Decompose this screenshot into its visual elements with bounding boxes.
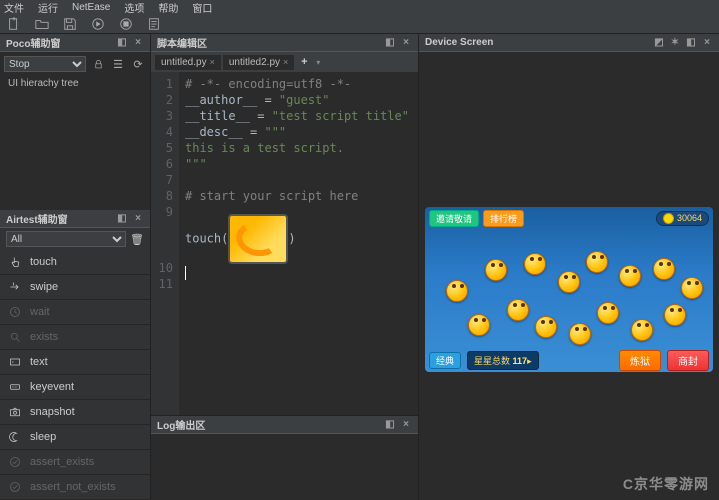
close-icon[interactable]: × bbox=[132, 37, 144, 49]
poco-panel-body: Stop ☰ ⟳ UI hierachy tree bbox=[0, 52, 150, 95]
template-thumbnail bbox=[228, 214, 288, 264]
stop-icon[interactable] bbox=[118, 16, 134, 32]
airtest-item-label: assert_not_exists bbox=[30, 481, 116, 493]
airtest-item-label: swipe bbox=[30, 281, 58, 293]
airtest-item-label: sleep bbox=[30, 431, 56, 443]
airtest-item-assert_not_exists[interactable]: assert_not_exists bbox=[0, 475, 150, 500]
play-icon[interactable] bbox=[90, 16, 106, 32]
menubar: 文件 运行 NetEase 选项 帮助 窗口 bbox=[0, 0, 719, 14]
menu-run[interactable]: 运行 bbox=[38, 0, 58, 15]
snapshot-icon bbox=[8, 405, 22, 419]
airtest-title: Airtest辅助窗 bbox=[6, 211, 68, 226]
airtest-item-snapshot[interactable]: snapshot bbox=[0, 400, 150, 425]
airtest-item-wait[interactable]: wait bbox=[0, 300, 150, 325]
airtest-item-label: text bbox=[30, 356, 48, 368]
script-title: 脚本编辑区 bbox=[157, 35, 207, 50]
airtest-item-swipe[interactable]: swipe bbox=[0, 275, 150, 300]
sleep-icon bbox=[8, 430, 22, 444]
line-gutter: 123456789 1011 bbox=[151, 72, 179, 415]
touch-icon bbox=[8, 255, 22, 269]
airtest-item-label: wait bbox=[30, 306, 50, 318]
game-rank-button[interactable]: 排行榜 bbox=[483, 210, 524, 227]
menu-window[interactable]: 窗口 bbox=[192, 0, 212, 15]
airtest-item-label: keyevent bbox=[30, 381, 74, 393]
toolbar bbox=[0, 14, 719, 34]
code-content[interactable]: # -*- encoding=utf8 -*- __author__ = "gu… bbox=[179, 72, 418, 415]
undock-icon[interactable]: ◧ bbox=[384, 37, 396, 49]
wait-icon bbox=[8, 305, 22, 319]
settings-icon[interactable]: ✶ bbox=[669, 37, 681, 49]
undock-icon[interactable]: ◧ bbox=[116, 213, 128, 225]
game-shop-button[interactable]: 商封 bbox=[667, 350, 709, 371]
game-screen[interactable]: 邀请敬请 排行榜 30064 bbox=[425, 207, 713, 372]
undock-icon[interactable]: ◧ bbox=[685, 37, 697, 49]
airtest-item-text[interactable]: text bbox=[0, 350, 150, 375]
airtest-item-label: snapshot bbox=[30, 406, 75, 418]
close-icon[interactable]: × bbox=[400, 419, 412, 431]
airtest-panel-body: All 🗑 touch swipe wait exists text keyevent sn… bbox=[0, 228, 150, 500]
close-icon[interactable]: × bbox=[701, 37, 713, 49]
trash-icon[interactable]: 🗑 bbox=[130, 233, 144, 246]
device-panel-header: Device Screen ◩ ✶ ◧ × bbox=[419, 34, 719, 52]
log-output bbox=[151, 434, 418, 500]
airtest-item-label: touch bbox=[30, 256, 57, 268]
text-icon bbox=[8, 355, 22, 369]
device-screen-area[interactable]: 邀请敬请 排行榜 30064 bbox=[419, 52, 719, 500]
menu-file[interactable]: 文件 bbox=[4, 0, 24, 15]
close-icon[interactable]: × bbox=[210, 57, 215, 67]
airtest-item-touch[interactable]: touch bbox=[0, 250, 150, 275]
device-title: Device Screen bbox=[425, 37, 493, 48]
game-star-total: 星星总数 117▸ bbox=[467, 351, 539, 370]
airtest-filter-select[interactable]: All bbox=[6, 231, 126, 247]
lock-icon[interactable] bbox=[90, 56, 106, 72]
close-icon[interactable]: × bbox=[400, 37, 412, 49]
airtest-item-assert_exists[interactable]: assert_exists bbox=[0, 450, 150, 475]
new-file-icon[interactable] bbox=[6, 16, 22, 32]
tree-icon[interactable]: ☰ bbox=[110, 56, 126, 72]
poco-mode-select[interactable]: Stop bbox=[4, 56, 86, 72]
airtest-item-sleep[interactable]: sleep bbox=[0, 425, 150, 450]
assert-icon bbox=[8, 480, 22, 494]
game-coin-count: 30064 bbox=[656, 211, 709, 226]
swipe-icon bbox=[8, 280, 22, 294]
ui-hierarchy-label: UI hierachy tree bbox=[4, 76, 146, 91]
tab-untitled2[interactable]: untitled2.py× bbox=[223, 55, 294, 70]
airtest-item-label: assert_exists bbox=[30, 456, 94, 468]
open-icon[interactable] bbox=[34, 16, 50, 32]
capture-icon[interactable]: ◩ bbox=[653, 37, 665, 49]
report-icon[interactable] bbox=[146, 16, 162, 32]
airtest-item-exists[interactable]: exists bbox=[0, 325, 150, 350]
undock-icon[interactable]: ◧ bbox=[384, 419, 396, 431]
menu-netease[interactable]: NetEase bbox=[72, 2, 110, 13]
log-title: Log输出区 bbox=[157, 417, 205, 432]
game-mode-tag[interactable]: 经典 bbox=[429, 352, 461, 369]
game-invite-button[interactable]: 邀请敬请 bbox=[429, 210, 479, 227]
refresh-icon[interactable]: ⟳ bbox=[130, 56, 146, 72]
log-panel-header: Log输出区 ◧ × bbox=[151, 416, 418, 434]
close-icon[interactable]: × bbox=[132, 213, 144, 225]
menu-options[interactable]: 选项 bbox=[124, 0, 144, 15]
script-panel-header: 脚本编辑区 ◧ × bbox=[151, 34, 418, 52]
undock-icon[interactable]: ◧ bbox=[116, 37, 128, 49]
keyevent-icon bbox=[8, 380, 22, 394]
assert-icon bbox=[8, 455, 22, 469]
airtest-item-keyevent[interactable]: keyevent bbox=[0, 375, 150, 400]
game-level-map[interactable] bbox=[429, 229, 709, 350]
airtest-panel-header: Airtest辅助窗 ◧ × bbox=[0, 210, 150, 228]
editor-tabs: untitled.py× untitled2.py× + ▾ bbox=[151, 52, 418, 72]
poco-panel-header: Poco辅助窗 ◧ × bbox=[0, 34, 150, 52]
add-tab-button[interactable]: + bbox=[296, 54, 312, 70]
tab-menu-icon[interactable]: ▾ bbox=[316, 58, 320, 67]
exists-icon bbox=[8, 330, 22, 344]
tab-untitled[interactable]: untitled.py× bbox=[155, 55, 221, 70]
close-icon[interactable]: × bbox=[283, 57, 288, 67]
menu-help[interactable]: 帮助 bbox=[158, 0, 178, 15]
poco-title: Poco辅助窗 bbox=[6, 35, 60, 50]
airtest-item-label: exists bbox=[30, 331, 58, 343]
save-icon[interactable] bbox=[62, 16, 78, 32]
code-editor[interactable]: 123456789 1011 # -*- encoding=utf8 -*- _… bbox=[151, 72, 418, 415]
game-hell-button[interactable]: 炼狱 bbox=[619, 350, 661, 371]
